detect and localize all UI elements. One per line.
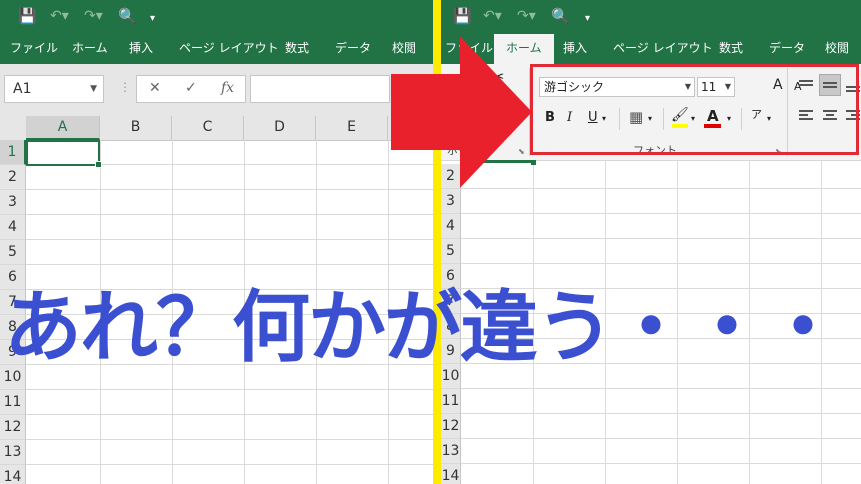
row-header[interactable]: 2 (441, 164, 461, 189)
column-header[interactable] (388, 116, 433, 140)
print-preview-icon[interactable]: 🔍 (551, 6, 570, 26)
cancel-icon[interactable]: ✕ (149, 80, 161, 96)
tab-review[interactable]: 校閲 (825, 34, 849, 64)
table-row: 11 (441, 389, 861, 414)
table-row: 2 (0, 165, 433, 190)
clipboard-launcher-icon[interactable]: ⬊ (518, 143, 525, 161)
row-header[interactable]: 13 (0, 440, 26, 465)
chevron-down-icon[interactable]: ▼ (90, 76, 97, 102)
table-row: 13 (0, 440, 433, 465)
row-header[interactable]: 11 (441, 389, 461, 414)
table-row: 3 (441, 189, 861, 214)
row-header[interactable]: 13 (441, 439, 461, 464)
column-header[interactable]: A (26, 116, 100, 140)
save-icon[interactable]: 💾 (18, 6, 37, 26)
paste-dropdown-icon[interactable]: ▾ (511, 94, 516, 112)
table-row: 2 (441, 164, 861, 189)
row-header[interactable]: 5 (441, 239, 461, 264)
row-header[interactable]: 5 (0, 240, 26, 265)
tab-data[interactable]: データ (335, 34, 371, 64)
table-row: 5 (441, 239, 861, 264)
table-row: 3 (0, 190, 433, 215)
table-row: 12 (0, 415, 433, 440)
row-header[interactable]: 12 (0, 415, 26, 440)
right-excel-window: 💾 ↶▾ ↷▾ 🔍 ▾ ファイル ホーム 挿入 ページ レイアウト 数式 データ… (441, 0, 861, 484)
table-row: 11 (0, 390, 433, 415)
tab-file[interactable]: ファイル (10, 34, 58, 64)
table-row: 5 (0, 240, 433, 265)
tab-formulas[interactable]: 数式 (285, 34, 309, 64)
column-header[interactable]: E (316, 116, 388, 140)
yellow-divider (433, 0, 441, 484)
left-excel-window: 💾 ↶▾ ↷▾ 🔍 ▾ ファイル ホーム 挿入 ページ レイアウト 数式 データ… (0, 0, 433, 484)
tab-data[interactable]: データ (769, 34, 805, 64)
table-row: 14 (441, 464, 861, 484)
select-all-corner[interactable] (0, 116, 27, 140)
table-row: 13 (441, 439, 861, 464)
redo-icon[interactable]: ↷▾ (84, 6, 103, 26)
name-box[interactable]: A1 ▼ (4, 75, 104, 103)
formula-buttons: ✕ ✓ fx (136, 75, 246, 103)
insert-function-icon[interactable]: fx (221, 80, 234, 96)
row-header[interactable]: 11 (0, 390, 26, 415)
table-row: 4 (0, 215, 433, 240)
active-cell[interactable] (26, 140, 102, 168)
table-row: 12 (441, 414, 861, 439)
customize-qat-icon[interactable]: ▾ (150, 9, 155, 29)
row-header[interactable]: 2 (0, 165, 26, 190)
row-header[interactable]: 14 (0, 465, 26, 484)
row-header[interactable]: 14 (441, 464, 461, 484)
column-header[interactable]: D (244, 116, 316, 140)
tab-file[interactable]: ファイル (445, 34, 493, 64)
redo-icon[interactable]: ↷▾ (517, 6, 536, 26)
active-cell-edge (461, 160, 533, 163)
tab-home[interactable]: ホーム (72, 34, 108, 64)
tab-insert[interactable]: 挿入 (563, 34, 587, 64)
column-header[interactable]: B (100, 116, 172, 140)
tab-home-active[interactable]: ホーム (494, 34, 554, 64)
font-group-highlight-box (530, 64, 859, 155)
row-header[interactable]: 4 (441, 214, 461, 239)
row-header[interactable]: 3 (441, 189, 461, 214)
quick-access-toolbar: 💾 ↶▾ ↷▾ 🔍 ▾ (441, 0, 861, 34)
row-header[interactable]: 3 (0, 190, 26, 215)
drag-handle-icon[interactable]: ⋮ (119, 80, 131, 94)
column-header[interactable]: C (172, 116, 244, 140)
enter-icon[interactable]: ✓ (185, 80, 197, 96)
ribbon-tabs: ファイル ホーム 挿入 ページ レイアウト 数式 データ 校閲 (0, 34, 433, 64)
tab-formulas[interactable]: 数式 (719, 34, 743, 64)
tab-insert[interactable]: 挿入 (129, 34, 153, 64)
table-row: 14 (0, 465, 433, 484)
tab-page-layout[interactable]: ページ レイアウト (613, 34, 713, 64)
customize-qat-icon[interactable]: ▾ (585, 9, 590, 29)
quick-access-toolbar: 💾 ↶▾ ↷▾ 🔍 ▾ (0, 0, 433, 34)
clipboard-group-label: ボード (447, 144, 480, 157)
print-preview-icon[interactable]: 🔍 (118, 6, 137, 26)
tab-review[interactable]: 校閲 (392, 34, 416, 64)
cut-icon[interactable]: ✂ (491, 68, 504, 86)
row-header[interactable]: 12 (441, 414, 461, 439)
tab-page-layout[interactable]: ページ レイアウト (179, 34, 279, 64)
formula-bar: A1 ▼ ⋮ ✕ ✓ fx (0, 64, 433, 116)
row-header[interactable]: 4 (0, 215, 26, 240)
undo-icon[interactable]: ↶▾ (50, 6, 69, 26)
undo-icon[interactable]: ↶▾ (483, 6, 502, 26)
column-headers: A B C D E (0, 116, 433, 141)
ribbon-tabs: ファイル ホーム 挿入 ページ レイアウト 数式 データ 校閲 (441, 34, 861, 64)
row-header[interactable]: 1 (0, 140, 26, 165)
save-icon[interactable]: 💾 (453, 6, 472, 26)
formula-input[interactable] (250, 75, 390, 103)
overlay-caption: あれ？何かが違う・・・ (4, 283, 842, 373)
table-row: 4 (441, 214, 861, 239)
name-box-value: A1 (13, 81, 32, 97)
